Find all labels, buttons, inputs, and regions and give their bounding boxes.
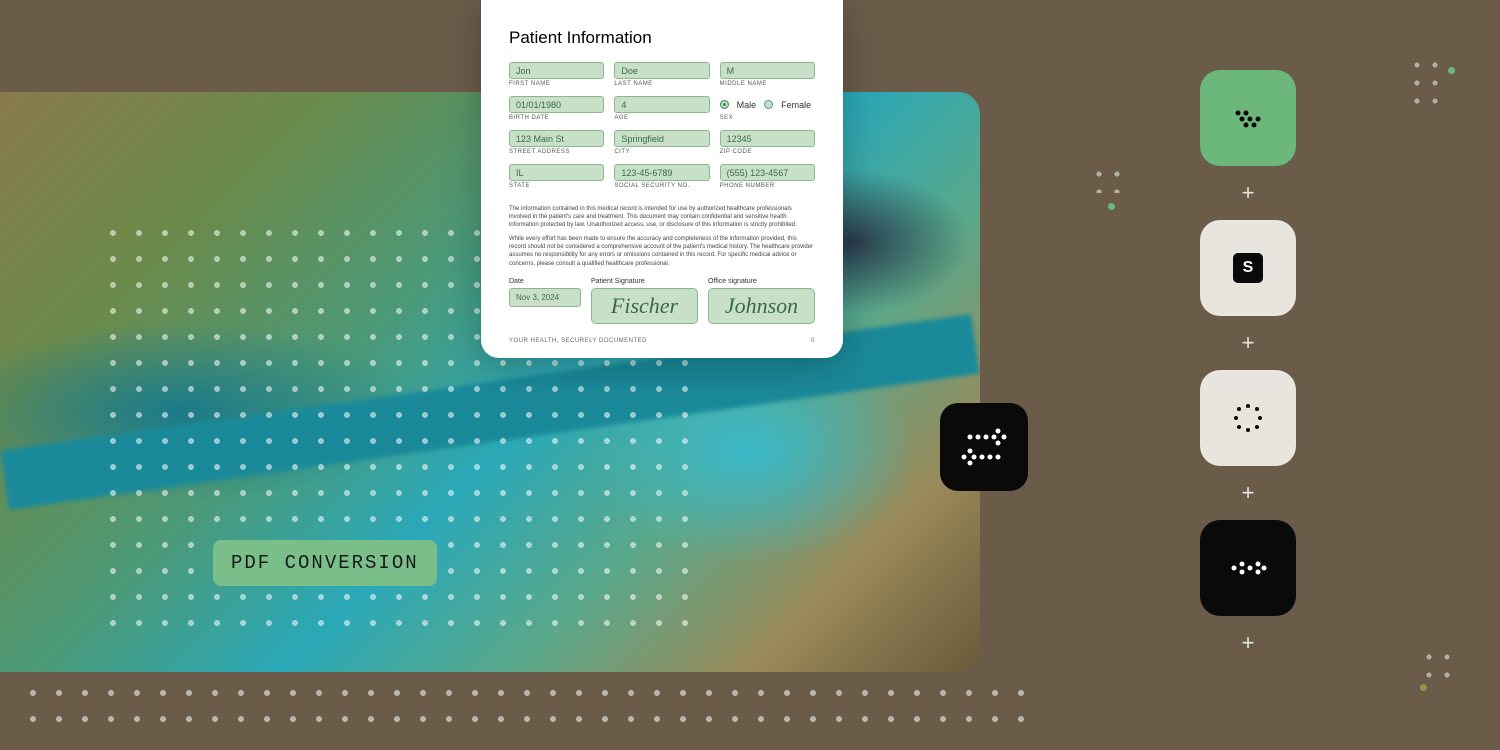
footer-tagline: YOUR HEALTH, SECURELY DOCUMENTED	[509, 338, 647, 344]
middle-name-field[interactable]: M	[720, 62, 815, 79]
patient-sig-label: Patient Signature	[591, 278, 698, 285]
plus-icon: +	[1200, 330, 1296, 356]
street-field[interactable]: 123 Main St	[509, 130, 604, 147]
first-name-label: FIRST NAME	[509, 81, 604, 87]
state-field[interactable]: IL	[509, 164, 604, 181]
age-field[interactable]: 4	[614, 96, 709, 113]
ssn-label: SOCIAL SECURITY NO.	[614, 183, 709, 189]
decorative-dots-1	[1090, 165, 1130, 193]
first-name-field[interactable]: Jon	[509, 62, 604, 79]
city-label: CITY	[614, 149, 709, 155]
tile-dark-dots	[1200, 520, 1296, 616]
birth-date-field[interactable]: 01/01/1980	[509, 96, 604, 113]
age-label: AGE	[614, 115, 709, 121]
pdf-conversion-badge: PDF CONVERSION	[213, 540, 437, 586]
swap-arrows-icon	[956, 425, 1012, 469]
zip-field[interactable]: 12345	[720, 130, 815, 147]
dots-cluster-icon	[1228, 103, 1268, 133]
zip-label: ZIP CODE	[720, 149, 815, 155]
s-badge-icon: S	[1233, 253, 1263, 283]
sidebar-tile-stack: + S + + +	[1200, 70, 1296, 670]
date-label: Date	[509, 278, 581, 285]
date-field[interactable]: Nov 3, 2024	[509, 288, 581, 307]
radio-male-label: Male	[737, 100, 757, 110]
office-sig-label: Office signature	[708, 278, 815, 285]
decorative-dots-2	[1408, 56, 1450, 108]
sex-radio-group[interactable]: Male Female	[720, 96, 815, 113]
tile-circle-dots	[1200, 370, 1296, 466]
office-signature[interactable]: Johnson	[708, 288, 815, 324]
state-label: STATE	[509, 183, 604, 189]
radio-female-label: Female	[781, 100, 811, 110]
legal-disclaimer: The information contained in this medica…	[509, 205, 815, 268]
accent-dot-olive	[1420, 684, 1427, 691]
radio-male-icon[interactable]	[720, 100, 729, 109]
footer-page-number: 0	[811, 338, 815, 344]
tile-green	[1200, 70, 1296, 166]
plus-icon: +	[1200, 180, 1296, 206]
phone-label: PHONE NUMBER	[720, 183, 815, 189]
sex-label: SEX	[720, 115, 815, 121]
swap-arrows-tile	[940, 403, 1028, 491]
circle-dots-icon	[1228, 398, 1268, 438]
street-label: STREET ADDRESS	[509, 149, 604, 155]
accent-dot-green-1	[1108, 203, 1115, 210]
decorative-dots-3	[1420, 648, 1460, 688]
accent-dot-green-2	[1448, 67, 1455, 74]
patient-information-document: Patient Information Jon FIRST NAME Doe LAS…	[481, 0, 843, 358]
tile-s-badge: S	[1200, 220, 1296, 316]
phone-field[interactable]: (555) 123-4567	[720, 164, 815, 181]
birth-date-label: BIRTH DATE	[509, 115, 604, 121]
scattered-dots-icon	[1226, 556, 1270, 580]
ssn-field[interactable]: 123-45-6789	[614, 164, 709, 181]
patient-signature[interactable]: Fischer	[591, 288, 698, 324]
document-title: Patient Information	[509, 28, 815, 48]
radio-female-icon[interactable]	[764, 100, 773, 109]
plus-icon: +	[1200, 480, 1296, 506]
plus-icon: +	[1200, 630, 1296, 656]
last-name-label: LAST NAME	[614, 81, 709, 87]
dot-grid-bottom	[20, 680, 1030, 740]
middle-name-label: MIDDLE NAME	[720, 81, 815, 87]
last-name-field[interactable]: Doe	[614, 62, 709, 79]
city-field[interactable]: Springfield	[614, 130, 709, 147]
